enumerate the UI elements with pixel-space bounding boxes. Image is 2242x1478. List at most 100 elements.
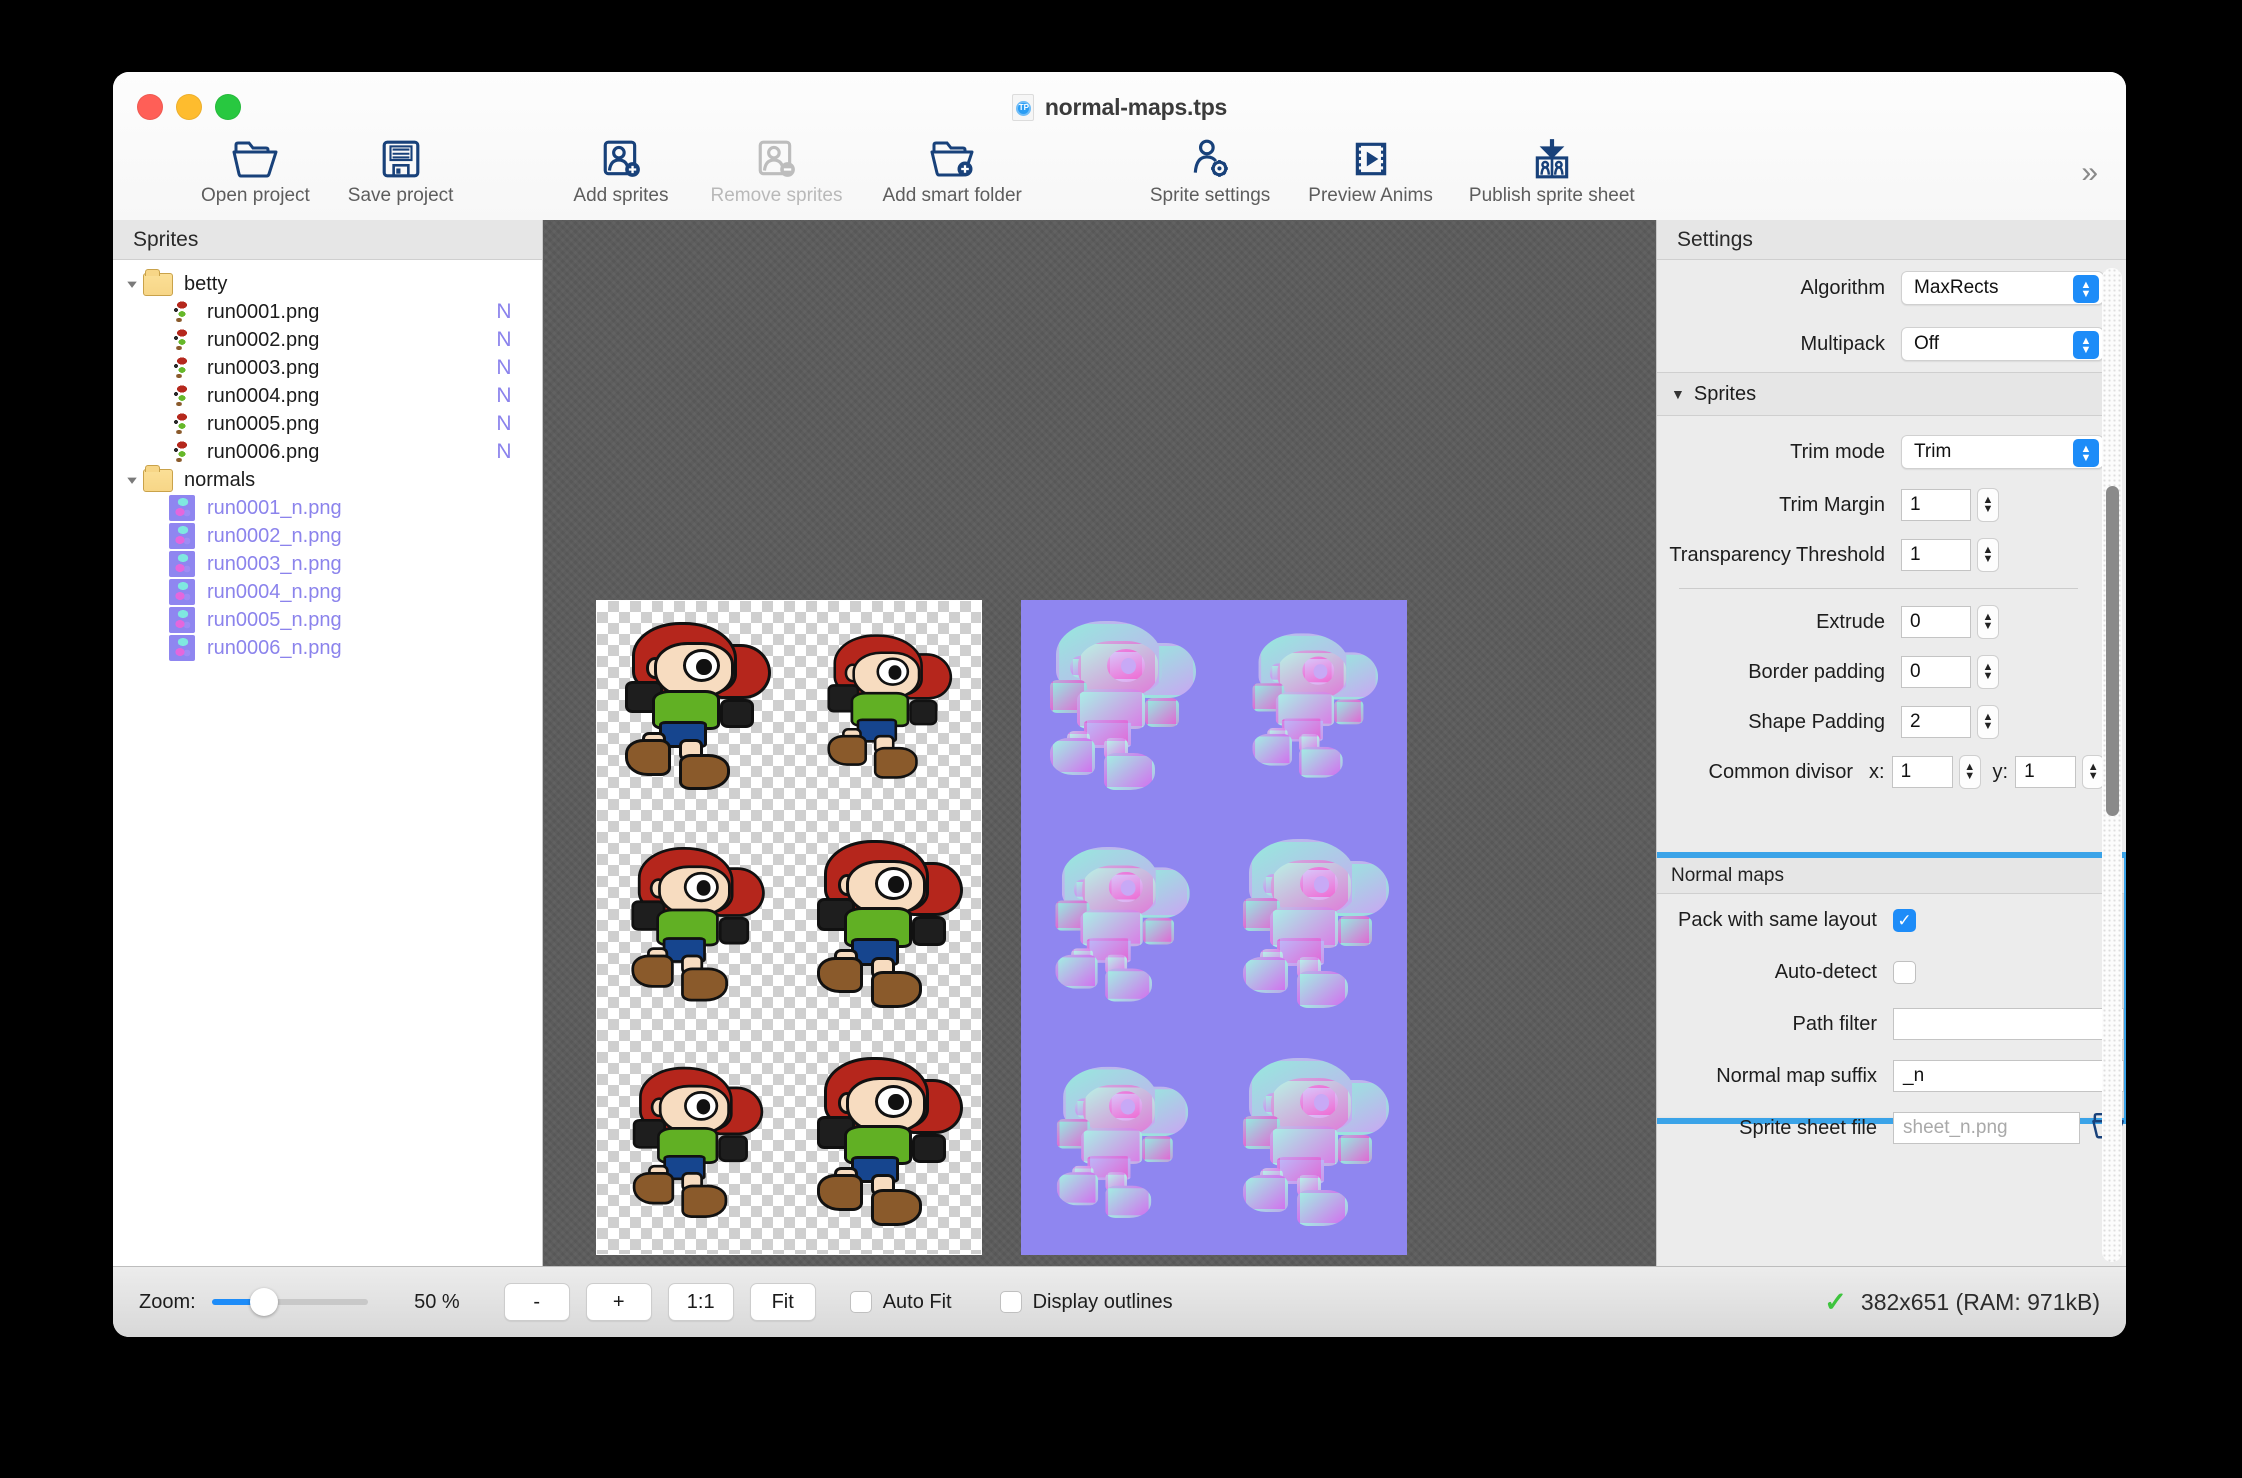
setting-row-pack-same-layout: Pack with same layout ✓ <box>1657 894 2124 946</box>
minimize-button[interactable] <box>176 94 202 120</box>
settings-panel-header: Settings <box>1657 220 2126 260</box>
toolbar: Open project Save project Add sprites Re… <box>113 130 2126 220</box>
common-divisor-y-input[interactable]: 1 <box>2015 756 2077 788</box>
list-item[interactable]: run0006_n.png <box>113 634 542 662</box>
zoom-one-to-one-button[interactable]: 1:1 <box>667 1283 734 1321</box>
list-item[interactable]: run0005_n.png <box>113 606 542 634</box>
auto-fit-checkbox[interactable] <box>849 1291 872 1313</box>
list-item[interactable]: run0001.png N <box>113 298 542 326</box>
close-button[interactable] <box>137 94 163 120</box>
settings-scrollbar[interactable] <box>2102 268 2122 1262</box>
zoom-slider[interactable] <box>211 1288 368 1316</box>
algorithm-select[interactable]: MaxRects ▲ ▼ <box>1901 271 2104 305</box>
list-item[interactable]: run0004_n.png <box>113 578 542 606</box>
sprite-cell <box>1021 1037 1214 1255</box>
chevron-updown-icon[interactable]: ▲ ▼ <box>2073 439 2099 467</box>
tree-folder-normals[interactable]: ▾ normals <box>113 464 542 494</box>
toolbar-remove-sprites[interactable]: Remove sprites <box>710 130 842 207</box>
display-outlines-checkbox[interactable] <box>999 1291 1022 1313</box>
maximize-button[interactable] <box>215 94 241 120</box>
common-divisor-x-stepper[interactable]: ▲ ▼ <box>1958 755 1981 789</box>
list-item[interactable]: run0002_n.png <box>113 522 542 550</box>
shape-padding-input[interactable]: 2 <box>1901 706 1971 738</box>
divider <box>1679 588 2078 589</box>
tp-badge-label: TP <box>1018 103 1029 112</box>
toolbar-preview-anims[interactable]: Preview Anims <box>1308 130 1433 207</box>
sprite-cell <box>597 601 789 819</box>
toolbar-save-project[interactable]: Save project <box>348 130 453 207</box>
sprite-cell <box>789 819 981 1037</box>
normal-maps-section: Normal maps Pack with same layout ✓ Auto… <box>1657 852 2126 1144</box>
chevron-updown-icon[interactable]: ▲ ▼ <box>2073 275 2099 303</box>
tree-folder-label: betty <box>184 272 228 295</box>
toolbar-add-smart-folder[interactable]: Add smart folder <box>882 130 1022 207</box>
normal-map-thumbnail-icon <box>169 607 195 633</box>
zoom-fit-button[interactable]: Fit <box>749 1283 816 1321</box>
normal-map-sprite-sheet-preview[interactable] <box>1021 600 1407 1255</box>
sheet-size-status: 382x651 (RAM: 971kB) <box>1860 1288 2100 1315</box>
extrude-stepper[interactable]: ▲ ▼ <box>1977 605 1999 639</box>
sprite-sheet-canvas[interactable] <box>543 220 1656 1266</box>
setting-row-auto-detect: Auto-detect <box>1657 946 2124 998</box>
settings-scrollbar-thumb[interactable] <box>2106 486 2119 816</box>
sprites-group-header[interactable]: ▼ Sprites <box>1657 372 2104 416</box>
toolbar-sprite-settings[interactable]: Sprite settings <box>1150 130 1270 207</box>
list-item-label: run0004_n.png <box>207 580 342 603</box>
list-item-label: run0005.png <box>207 412 320 435</box>
multipack-select[interactable]: Off ▲ ▼ <box>1901 327 2104 361</box>
common-divisor-y-stepper[interactable]: ▲ ▼ <box>2082 755 2104 789</box>
toolbar-overflow-button[interactable]: » <box>2081 156 2098 190</box>
setting-row-sprite-sheet-file: Sprite sheet file sheet_n.png <box>1657 1102 2124 1154</box>
transparency-threshold-input[interactable]: 1 <box>1901 539 1971 571</box>
list-item[interactable]: run0005.png N <box>113 410 542 438</box>
floppy-disk-icon <box>380 136 422 182</box>
common-divisor-x-input[interactable]: 1 <box>1891 756 1953 788</box>
trim-margin-stepper[interactable]: ▲ ▼ <box>1977 488 1999 522</box>
zoom-out-button[interactable]: - <box>503 1283 570 1321</box>
trim-mode-select[interactable]: Trim ▲ ▼ <box>1901 435 2104 469</box>
border-padding-stepper[interactable]: ▲ ▼ <box>1977 655 1999 689</box>
list-item-label: run0004.png <box>207 384 320 407</box>
pack-same-layout-checkbox[interactable]: ✓ <box>1893 908 1916 932</box>
path-filter-input[interactable] <box>1893 1008 2124 1040</box>
list-item[interactable]: run0001_n.png <box>113 494 542 522</box>
border-padding-input[interactable]: 0 <box>1901 656 1971 688</box>
toolbar-publish-sprite-sheet[interactable]: Publish sprite sheet <box>1469 130 1635 207</box>
diffuse-sprite-sheet-preview[interactable] <box>596 600 982 1255</box>
extrude-label: Extrude <box>1816 610 1885 633</box>
normal-map-badge: N <box>496 328 512 351</box>
transparency-threshold-stepper[interactable]: ▲ ▼ <box>1977 538 1999 572</box>
normal-map-badge: N <box>496 356 512 379</box>
tree-folder-betty[interactable]: ▾ betty <box>113 268 542 298</box>
list-item[interactable]: run0003_n.png <box>113 550 542 578</box>
transparency-threshold-label: Transparency Threshold <box>1669 543 1885 566</box>
sprite-sheet-file-input[interactable]: sheet_n.png <box>1893 1112 2080 1144</box>
list-item[interactable]: run0004.png N <box>113 382 542 410</box>
zoom-in-button[interactable]: + <box>585 1283 652 1321</box>
toolbar-open-project[interactable]: Open project <box>201 130 310 207</box>
chevron-updown-icon[interactable]: ▲ ▼ <box>2073 331 2099 359</box>
sprite-cell <box>597 819 789 1037</box>
zoom-slider-knob[interactable] <box>249 1288 278 1316</box>
list-item[interactable]: run0003.png N <box>113 354 542 382</box>
sprite-cell <box>1214 1037 1407 1255</box>
shape-padding-stepper[interactable]: ▲ ▼ <box>1977 705 1999 739</box>
toolbar-add-sprites[interactable]: Add sprites <box>573 130 668 207</box>
auto-fit-label: Auto Fit <box>882 1290 952 1313</box>
auto-detect-checkbox[interactable] <box>1893 960 1916 984</box>
display-outlines-control: Display outlines <box>999 1291 1173 1314</box>
setting-row-trim-margin: Trim Margin 1 ▲ ▼ <box>1657 480 2104 530</box>
list-item[interactable]: run0002.png N <box>113 326 542 354</box>
sprite-cell <box>1021 818 1214 1036</box>
extrude-input[interactable]: 0 <box>1901 606 1971 638</box>
toolbar-preview-anims-label: Preview Anims <box>1308 185 1433 206</box>
window-title: TP normal-maps.tps <box>113 94 2126 121</box>
common-divisor-y-label: y: <box>1992 760 2009 783</box>
sprite-sheet-file-label: Sprite sheet file <box>1739 1116 1877 1139</box>
list-item[interactable]: run0006.png N <box>113 438 542 466</box>
triangle-down-icon[interactable]: ▼ <box>1671 386 1685 402</box>
normal-maps-header: Normal maps <box>1657 858 2124 894</box>
trim-margin-input[interactable]: 1 <box>1901 489 1971 521</box>
normal-map-suffix-input[interactable]: _n <box>1893 1060 2124 1092</box>
preview-anims-icon <box>1350 136 1392 182</box>
